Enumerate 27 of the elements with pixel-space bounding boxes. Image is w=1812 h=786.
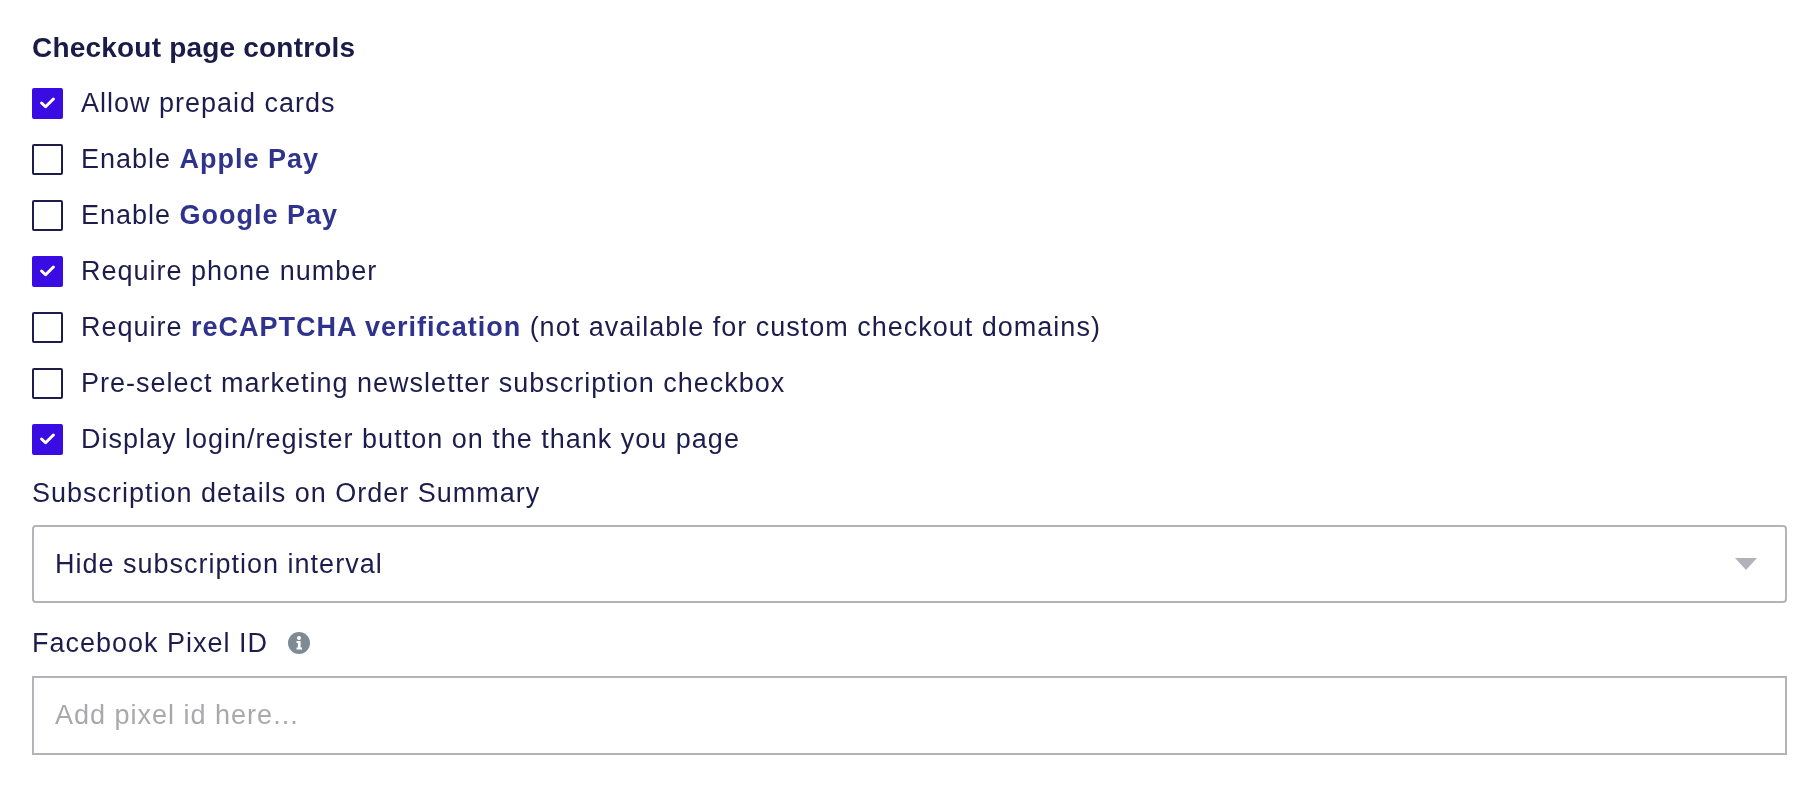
- checkbox[interactable]: [32, 143, 63, 175]
- option-label: Enable Apple Pay: [81, 143, 320, 176]
- checkbox[interactable]: [32, 367, 63, 399]
- checkbox[interactable]: [32, 199, 63, 231]
- option-label: Require phone number: [81, 255, 378, 288]
- text-link[interactable]: Google Pay: [179, 200, 339, 230]
- checkbox[interactable]: [32, 311, 63, 343]
- text-link[interactable]: reCAPTCHA verification: [191, 312, 522, 342]
- checkbox[interactable]: [32, 87, 63, 119]
- checkmark-icon: [40, 433, 55, 445]
- field-label: Facebook Pixel ID: [32, 627, 269, 659]
- field-label: Subscription details on Order Summary: [32, 477, 541, 509]
- checkmark-icon: [40, 97, 55, 109]
- option-label: Enable Google Pay: [81, 199, 339, 232]
- caret-icon: [1735, 558, 1757, 570]
- option-label: Require reCAPTCHA verification (not available for custom checkout domains): [81, 311, 1101, 344]
- text-link[interactable]: Apple Pay: [179, 144, 320, 174]
- input-field[interactable]: Add pixel id here...: [32, 676, 1787, 755]
- section-heading: Checkout page controls: [32, 31, 356, 65]
- checkbox[interactable]: [32, 423, 63, 455]
- option-label: Display login/register button on the thank you page: [81, 423, 740, 456]
- option-label: Allow prepaid cards: [81, 87, 336, 120]
- checkmark-icon: [40, 265, 55, 277]
- dropdown[interactable]: Hide subscription interval: [32, 525, 1787, 603]
- option-label: Pre-select marketing newsletter subscription checkbox: [81, 367, 786, 400]
- checkbox[interactable]: [32, 255, 63, 287]
- info-icon[interactable]: [288, 632, 311, 654]
